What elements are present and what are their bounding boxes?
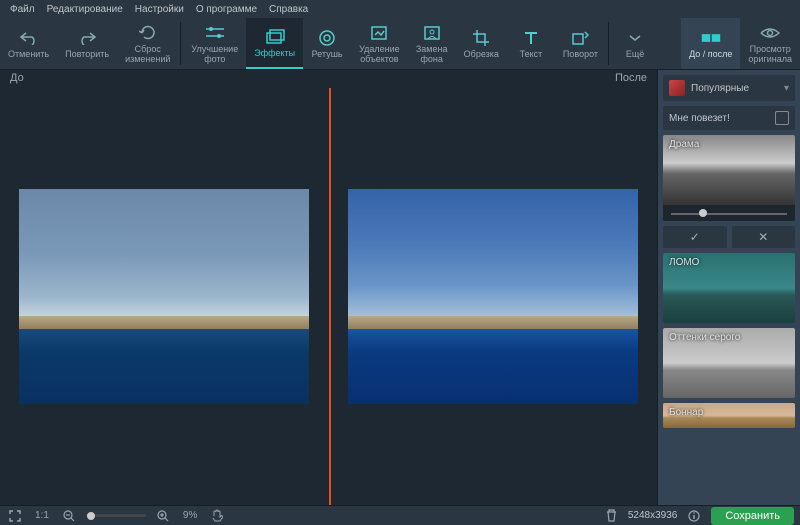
remove-icon <box>369 23 389 43</box>
trash-button[interactable] <box>603 509 620 522</box>
save-button[interactable]: Сохранить <box>711 507 794 525</box>
crop-label: Обрезка <box>464 50 499 60</box>
effect-title: Драма <box>669 139 699 150</box>
retouch-button[interactable]: Ретушь <box>303 18 351 69</box>
effects-label: Эффекты <box>254 49 295 59</box>
before-after-label: До / после <box>689 50 732 60</box>
menu-file[interactable]: Файл <box>4 4 41 15</box>
reset-icon <box>138 23 158 43</box>
zoom-value: 9% <box>180 510 200 521</box>
enhance-label: Улучшение фото <box>191 45 238 65</box>
cancel-button[interactable]: ✕ <box>732 226 796 248</box>
canvas-area: До После <box>0 70 657 505</box>
menu-about[interactable]: О программе <box>190 4 263 15</box>
undo-icon <box>19 28 39 48</box>
hand-tool-button[interactable] <box>208 509 226 523</box>
rotate-button[interactable]: Поворот <box>555 18 606 69</box>
more-label: Ещё <box>626 50 644 60</box>
fit-button[interactable]: 1:1 <box>32 510 52 521</box>
toolbar: Отменить Повторить Сброс изменений Улучш… <box>0 18 800 70</box>
undo-label: Отменить <box>8 50 49 60</box>
menu-settings[interactable]: Настройки <box>129 4 190 15</box>
redo-icon <box>77 28 97 48</box>
category-thumb-icon <box>669 80 685 96</box>
effects-button[interactable]: Эффекты <box>246 18 303 69</box>
canvas-body[interactable] <box>0 88 657 505</box>
zoom-out-button[interactable] <box>60 510 78 522</box>
main: До После Популярные Мне повезет! <box>0 70 800 505</box>
more-button[interactable]: Ещё <box>611 18 659 69</box>
rotate-icon <box>570 28 590 48</box>
effect-card-bonnar[interactable]: Боннар <box>663 403 795 428</box>
retouch-icon <box>317 28 337 48</box>
after-label: После <box>615 72 647 86</box>
before-image <box>19 189 309 404</box>
enhance-button[interactable]: Улучшение фото <box>183 18 246 69</box>
undo-button[interactable]: Отменить <box>0 18 57 69</box>
chevron-down-icon <box>625 28 645 48</box>
effect-card-gray[interactable]: Оттенки серого <box>663 328 795 398</box>
before-image-wrap <box>0 88 329 505</box>
separator <box>608 22 609 65</box>
rotate-label: Поворот <box>563 50 598 60</box>
fullscreen-button[interactable] <box>6 510 24 522</box>
menu-edit[interactable]: Редактирование <box>41 4 129 15</box>
remove-button[interactable]: Удаление объектов <box>351 18 408 69</box>
crop-button[interactable]: Обрезка <box>456 18 507 69</box>
text-button[interactable]: Текст <box>507 18 555 69</box>
apply-button[interactable]: ✓ <box>663 226 727 248</box>
bgswap-icon <box>422 23 442 43</box>
bgswap-button[interactable]: Замена фона <box>408 18 456 69</box>
lucky-button[interactable]: Мне повезет! <box>663 106 795 130</box>
dimensions-label: 5248x3936 <box>628 510 678 521</box>
remove-label: Удаление объектов <box>359 45 400 65</box>
crop-icon <box>471 28 491 48</box>
eye-icon <box>760 23 780 43</box>
menu-help[interactable]: Справка <box>263 4 314 15</box>
effect-title: Оттенки серого <box>669 332 740 343</box>
reset-button[interactable]: Сброс изменений <box>117 18 178 69</box>
dice-icon <box>775 111 789 125</box>
effect-card-lomo[interactable]: ЛОМО <box>663 253 795 323</box>
effects-panel: Популярные Мне повезет! Драма ✓ ✕ ЛОМО О… <box>657 70 800 505</box>
sliders-icon <box>205 23 225 43</box>
bgswap-label: Замена фона <box>416 45 448 65</box>
effect-title: ЛОМО <box>669 257 699 268</box>
original-button[interactable]: Просмотр оригинала <box>740 18 800 69</box>
text-label: Текст <box>520 50 543 60</box>
zoom-slider[interactable] <box>86 514 146 517</box>
category-dropdown[interactable]: Популярные <box>663 75 795 101</box>
lucky-label: Мне повезет! <box>669 113 730 124</box>
zoom-in-button[interactable] <box>154 510 172 522</box>
info-button[interactable] <box>685 510 703 522</box>
before-after-icon <box>701 28 721 48</box>
effect-intensity-slider[interactable] <box>663 205 795 221</box>
original-label: Просмотр оригинала <box>748 45 792 65</box>
after-image <box>348 189 638 404</box>
split-divider[interactable] <box>329 88 331 505</box>
redo-label: Повторить <box>65 50 109 60</box>
redo-button[interactable]: Повторить <box>57 18 117 69</box>
statusbar: 1:1 9% 5248x3936 Сохранить <box>0 505 800 525</box>
reset-label: Сброс изменений <box>125 45 170 65</box>
effects-icon <box>265 27 285 47</box>
before-after-button[interactable]: До / после <box>681 18 740 69</box>
retouch-label: Ретушь <box>312 50 343 60</box>
menubar: Файл Редактирование Настройки О программ… <box>0 0 800 18</box>
text-icon <box>521 28 541 48</box>
category-label: Популярные <box>691 83 749 94</box>
separator <box>180 22 181 65</box>
effect-title: Боннар <box>669 407 703 418</box>
effect-card-drama[interactable]: Драма <box>663 135 795 221</box>
after-image-wrap <box>329 88 658 505</box>
before-label: До <box>10 72 24 86</box>
